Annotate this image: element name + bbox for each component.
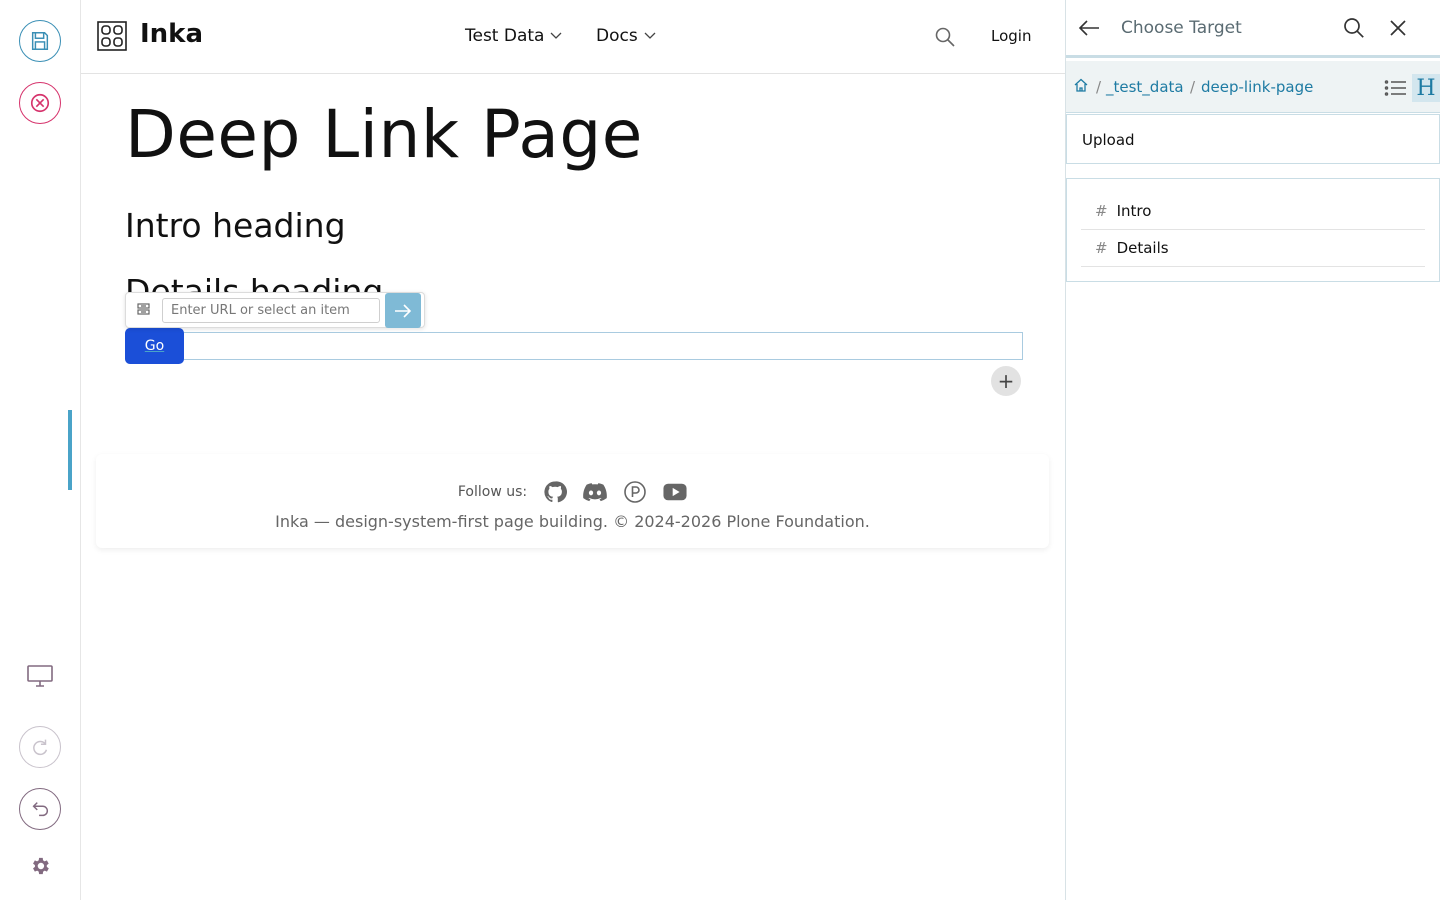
- search-icon[interactable]: [933, 25, 957, 49]
- follow-label: Follow us:: [457, 484, 528, 500]
- url-input[interactable]: [162, 298, 380, 323]
- youtube-icon[interactable]: [663, 480, 687, 504]
- home-icon[interactable]: [1074, 78, 1088, 92]
- save-icon: [31, 32, 49, 50]
- scroll-indicator: [68, 410, 72, 490]
- breadcrumb: / _test_data / deep-link-page H: [1066, 61, 1440, 113]
- panel-header: Choose Target: [1066, 0, 1440, 58]
- chevron-down-icon: [644, 32, 656, 39]
- discord-icon[interactable]: [583, 480, 607, 504]
- follow-us: Follow us:: [96, 480, 1049, 504]
- nav-item-label: Test Data: [465, 26, 545, 46]
- upload-button[interactable]: Upload: [1066, 114, 1440, 164]
- desktop-icon: [27, 665, 53, 687]
- heading-target-label: Intro: [1116, 202, 1152, 220]
- cancel-button[interactable]: [19, 82, 61, 124]
- search-icon[interactable]: [1342, 16, 1366, 40]
- panel-title: Choose Target: [1121, 18, 1242, 38]
- go-button[interactable]: Go: [125, 328, 184, 364]
- button-block-frame[interactable]: [125, 332, 1023, 360]
- arrow-right-icon: [395, 303, 412, 318]
- undo-button[interactable]: [19, 788, 61, 830]
- copyright-text: Inka — design-system-first page building…: [275, 512, 870, 531]
- chevron-down-icon: [551, 32, 562, 39]
- site-footer: Follow us: Inka — design-system-first pa…: [96, 454, 1049, 548]
- device-preview-button[interactable]: [24, 660, 56, 692]
- gear-icon: [33, 857, 49, 875]
- github-icon[interactable]: [543, 480, 568, 504]
- site-name[interactable]: Inka: [140, 19, 203, 49]
- list-view-icon[interactable]: [1384, 77, 1408, 99]
- heading-target-intro[interactable]: # Intro: [1081, 193, 1425, 230]
- save-button[interactable]: [19, 20, 61, 62]
- add-block-button[interactable]: +: [991, 366, 1021, 396]
- hash-icon: #: [1095, 202, 1108, 220]
- breadcrumb-separator: /: [1096, 78, 1102, 96]
- plone-icon[interactable]: [623, 480, 647, 504]
- settings-button[interactable]: [24, 850, 56, 882]
- back-arrow-icon[interactable]: [1076, 16, 1102, 40]
- breadcrumb-item[interactable]: deep-link-page: [1201, 78, 1313, 96]
- browse-icon[interactable]: [136, 302, 152, 318]
- nav-item-docs[interactable]: Docs: [596, 26, 656, 46]
- heading-target-list: # Intro # Details: [1066, 178, 1440, 282]
- submit-link-button[interactable]: [385, 293, 421, 328]
- editor-toolbar: [0, 0, 81, 900]
- nav-item-test-data[interactable]: Test Data: [465, 26, 562, 46]
- main-content: Deep Link Page Intro heading Details hea…: [81, 74, 1065, 900]
- heading-target-label: Details: [1116, 239, 1169, 257]
- choose-target-panel: Choose Target / _test_data / deep-link-p…: [1065, 0, 1440, 900]
- nav-item-label: Docs: [596, 26, 638, 46]
- page-title[interactable]: Deep Link Page: [125, 102, 643, 168]
- heading-target-details[interactable]: # Details: [1081, 230, 1425, 267]
- undo-icon: [32, 802, 48, 817]
- heading-view-icon[interactable]: H: [1412, 74, 1440, 102]
- link-popup: [125, 292, 425, 328]
- intro-heading[interactable]: Intro heading: [125, 206, 346, 245]
- site-header: Inka Test Data Docs Login: [81, 0, 1065, 74]
- breadcrumb-item[interactable]: _test_data: [1106, 78, 1184, 96]
- hash-icon: #: [1095, 239, 1108, 257]
- redo-icon: [33, 739, 48, 756]
- redo-button[interactable]: [19, 726, 61, 768]
- close-icon[interactable]: [1386, 16, 1410, 40]
- logo-icon[interactable]: [97, 21, 127, 51]
- breadcrumb-separator: /: [1190, 78, 1196, 96]
- login-link[interactable]: Login: [991, 27, 1031, 45]
- close-icon: [30, 93, 50, 113]
